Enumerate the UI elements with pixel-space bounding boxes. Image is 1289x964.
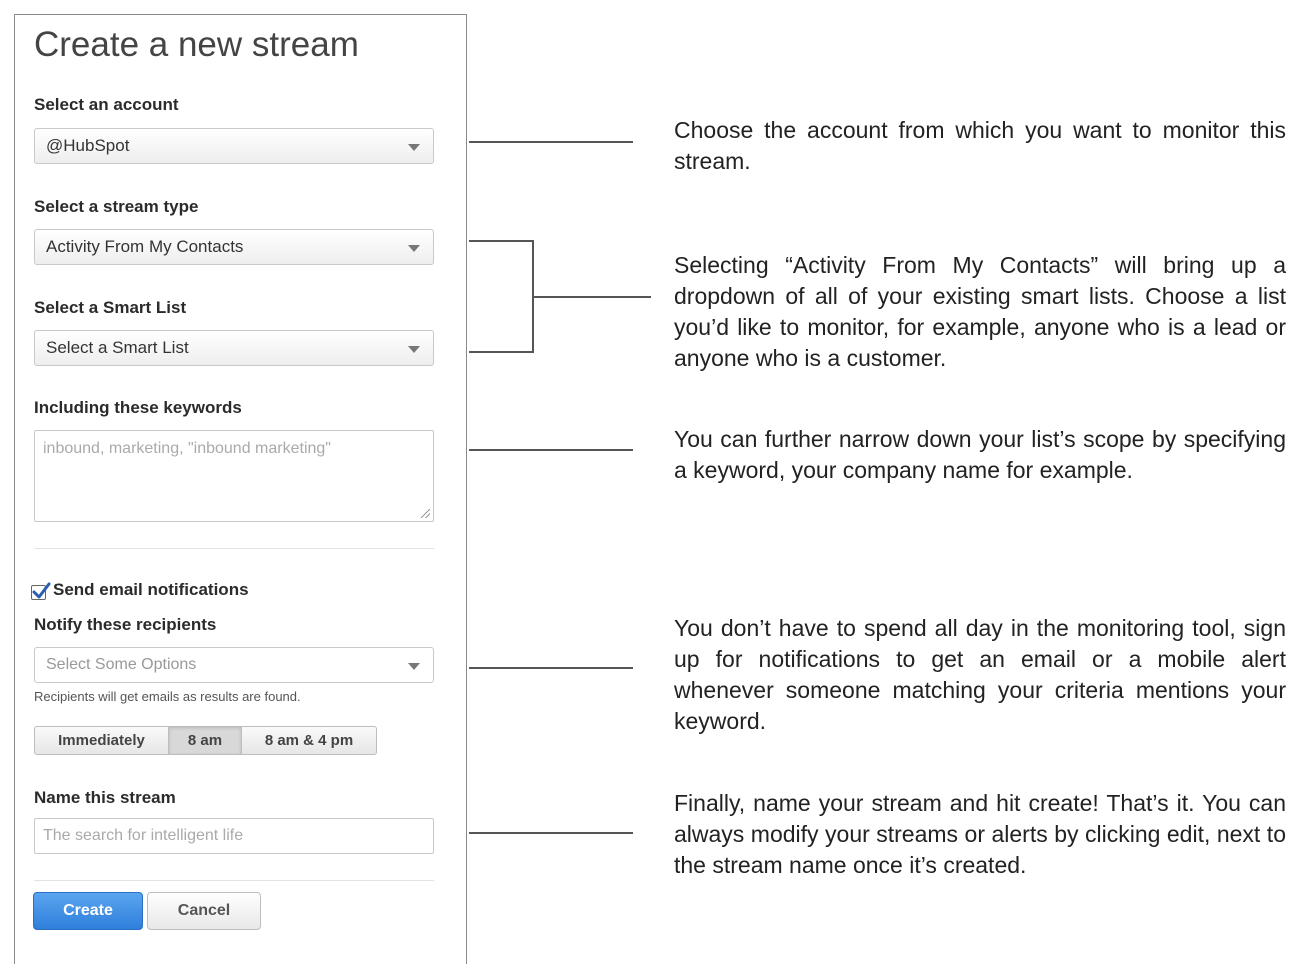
connector-bracket xyxy=(469,240,534,353)
annotation-notifications: You don’t have to spend all day in the m… xyxy=(674,615,1286,734)
annotation-smart-list: Selecting “Activity From My Contacts” wi… xyxy=(674,252,1286,371)
annotation-account: Choose the account from which you want t… xyxy=(674,117,1286,174)
annotation-keywords: You can further narrow down your list’s … xyxy=(674,426,1286,483)
annotation-name: Finally, name your stream and hit create… xyxy=(674,790,1286,878)
